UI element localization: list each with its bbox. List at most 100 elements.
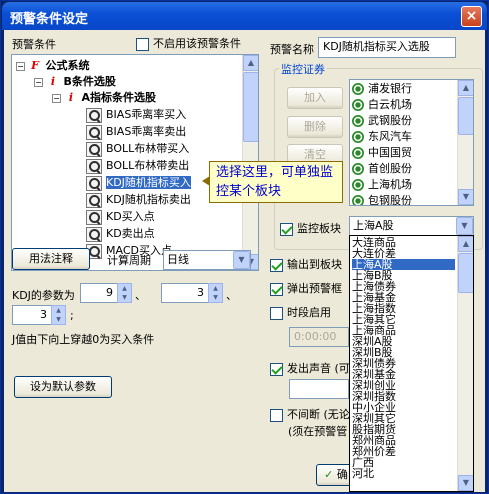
disable-label: 不启用该预警条件 bbox=[153, 37, 241, 50]
stock-name: 上海机场 bbox=[368, 178, 412, 191]
tree-item[interactable]: BOLL布林带卖出 bbox=[86, 158, 189, 174]
param-stepper-3[interactable]: ▲ ▼ bbox=[51, 305, 66, 325]
tree-item[interactable]: KD卖出点 bbox=[86, 226, 155, 242]
param-value-2: 3 bbox=[197, 286, 204, 299]
tree-item-label: KD卖出点 bbox=[106, 227, 155, 240]
time-enable-checkbox[interactable]: 时段启用 bbox=[270, 304, 331, 320]
tree-node-b-conditions[interactable]: − i B条件选股 bbox=[34, 74, 116, 90]
scroll-thumb[interactable] bbox=[243, 72, 258, 142]
formula-search-icon bbox=[86, 209, 102, 225]
monitor-block-checkbox[interactable]: 监控板块 bbox=[280, 220, 341, 236]
tree-item[interactable]: KD买入点 bbox=[86, 209, 155, 225]
formula-search-icon bbox=[86, 107, 102, 123]
play-sound-checkbox-box[interactable] bbox=[270, 362, 283, 376]
output-block-label: 输出到板块 bbox=[287, 258, 342, 271]
chevron-down-icon[interactable]: ▼ bbox=[233, 251, 250, 269]
monitor-block-select[interactable]: 上海A股 ▼ bbox=[349, 216, 474, 236]
period-value: 日线 bbox=[167, 253, 189, 266]
set-default-params-button[interactable]: 设为默认参数 bbox=[14, 376, 112, 398]
non-interrupt-checkbox[interactable]: 不间断 (无论 bbox=[270, 406, 350, 422]
tree-item[interactable]: KDJ随机指标卖出 bbox=[86, 192, 191, 208]
list-item[interactable]: 浦发银行 bbox=[352, 81, 412, 97]
non-interrupt-label: 不间断 (无论 bbox=[287, 408, 350, 421]
spin-up-icon[interactable]: ▲ bbox=[209, 284, 222, 293]
tree-item-label: KD买入点 bbox=[106, 210, 155, 223]
collapse-icon[interactable]: − bbox=[52, 93, 61, 103]
formula-search-icon bbox=[86, 175, 102, 191]
param-stepper-1[interactable]: ▲ ▼ bbox=[117, 283, 132, 303]
check-icon: ✓ bbox=[324, 468, 334, 481]
close-button[interactable]: × bbox=[461, 6, 482, 27]
list-item[interactable]: 包钢股份 bbox=[352, 193, 412, 206]
spin-down-icon[interactable]: ▼ bbox=[209, 293, 222, 302]
monitor-block-checkbox-box[interactable] bbox=[280, 222, 293, 236]
dropdown-item[interactable]: 河北 bbox=[352, 468, 455, 479]
disable-checkbox[interactable]: 不启用该预警条件 bbox=[136, 35, 241, 51]
tree-node-formula-system[interactable]: − F 公式系统 bbox=[16, 58, 90, 74]
tree-label-level2: A指标条件选股 bbox=[81, 91, 157, 104]
non-interrupt-checkbox-box[interactable] bbox=[270, 408, 283, 422]
add-button[interactable]: 加入 bbox=[287, 87, 343, 109]
list-item[interactable]: 东风汽车 bbox=[352, 129, 412, 145]
stock-dot-icon bbox=[352, 147, 364, 159]
usage-notes-button[interactable]: 用法注释 bbox=[12, 248, 90, 270]
stock-dot-icon bbox=[352, 131, 364, 143]
title-bar[interactable]: 预警条件设定 × bbox=[2, 2, 487, 30]
scroll-up-icon[interactable]: ▲ bbox=[458, 80, 473, 96]
tree-item[interactable]: BOLL布林带买入 bbox=[86, 141, 189, 157]
period-select[interactable]: 日线 ▼ bbox=[163, 250, 251, 270]
output-block-checkbox[interactable]: 输出到板块 bbox=[270, 256, 342, 272]
stock-dot-icon bbox=[352, 99, 364, 111]
popup-alert-checkbox-box[interactable] bbox=[270, 282, 283, 296]
dropdown-scrollbar[interactable]: ▲ ▼ bbox=[457, 236, 473, 491]
condition-description: J值由下向上穿越0为买入条件 bbox=[12, 333, 155, 346]
spin-down-icon[interactable]: ▼ bbox=[118, 293, 131, 302]
list-item[interactable]: 首创股份 bbox=[352, 161, 412, 177]
time-input[interactable]: 0:00:00 bbox=[289, 327, 349, 347]
play-sound-checkbox[interactable]: 发出声音 (可 bbox=[270, 360, 350, 376]
play-sound-label: 发出声音 (可 bbox=[287, 362, 350, 375]
list-item[interactable]: 武钢股份 bbox=[352, 113, 412, 129]
scroll-thumb[interactable] bbox=[458, 97, 473, 135]
collapse-icon[interactable]: − bbox=[16, 61, 25, 71]
list-item[interactable]: 中国国贸 bbox=[352, 145, 412, 161]
chevron-down-icon[interactable]: ▼ bbox=[456, 217, 473, 235]
time-enable-checkbox-box[interactable] bbox=[270, 306, 283, 320]
tree-node-a-indicator[interactable]: − i A指标条件选股 bbox=[52, 90, 156, 106]
output-block-checkbox-box[interactable] bbox=[270, 258, 283, 272]
scroll-up-icon[interactable]: ▲ bbox=[243, 55, 258, 71]
list-item[interactable]: 白云机场 bbox=[352, 97, 412, 113]
dialog-client: 预警条件 不启用该预警条件 − F 公式系统 − i B条件选股 − i A指标条件选… bbox=[4, 30, 485, 492]
sound-file-input[interactable] bbox=[289, 379, 349, 399]
tree-item[interactable]: BIAS乖离率卖出 bbox=[86, 124, 186, 140]
stock-name: 包钢股份 bbox=[368, 194, 412, 206]
tree-item-selected[interactable]: KDJ随机指标买入 bbox=[86, 175, 191, 191]
alert-name-input[interactable]: KDJ随机指标买入选股 bbox=[318, 37, 456, 58]
list-item[interactable]: 上海机场 bbox=[352, 177, 412, 193]
scroll-down-icon[interactable]: ▼ bbox=[458, 189, 473, 205]
param-stepper-2[interactable]: ▲ ▼ bbox=[208, 283, 223, 303]
monitor-securities-title: 监控证券 bbox=[279, 61, 327, 77]
stock-list-scrollbar[interactable]: ▲ ▼ bbox=[457, 80, 473, 205]
spin-down-icon[interactable]: ▼ bbox=[52, 315, 65, 324]
popup-alert-checkbox[interactable]: 弹出预警框 bbox=[270, 280, 342, 296]
scroll-up-icon[interactable]: ▲ bbox=[458, 236, 473, 252]
dialog-window: 预警条件设定 × 预警条件 不启用该预警条件 − F 公式系统 − i B条件选股 … bbox=[0, 0, 489, 494]
monitored-stock-list[interactable]: 浦发银行 白云机场 武钢股份 东风汽车 中国国贸 首创股份 上海机场 包钢股份 … bbox=[349, 79, 474, 206]
block-dropdown-list[interactable]: 大连商品 大连价差 上海A股 上海B股 上海债券 上海基金 上海指数 上海其它 … bbox=[349, 235, 474, 492]
disable-checkbox-box[interactable] bbox=[136, 37, 149, 51]
monitor-block-value: 上海A股 bbox=[353, 219, 394, 232]
stock-dot-icon bbox=[352, 83, 364, 95]
tree-item[interactable]: BIAS乖离率买入 bbox=[86, 107, 186, 123]
non-interrupt-note: (须在预警管 bbox=[288, 425, 348, 438]
formula-i-icon: i bbox=[50, 75, 56, 88]
spin-up-icon[interactable]: ▲ bbox=[52, 306, 65, 315]
scroll-thumb[interactable] bbox=[458, 253, 473, 293]
delete-button[interactable]: 删除 bbox=[287, 116, 343, 138]
spin-up-icon[interactable]: ▲ bbox=[118, 284, 131, 293]
stock-name: 中国国贸 bbox=[368, 146, 412, 159]
stock-name: 东风汽车 bbox=[368, 130, 412, 143]
scroll-down-icon[interactable]: ▼ bbox=[458, 475, 473, 491]
monitor-block-label: 监控板块 bbox=[297, 222, 341, 235]
collapse-icon[interactable]: − bbox=[34, 77, 43, 87]
